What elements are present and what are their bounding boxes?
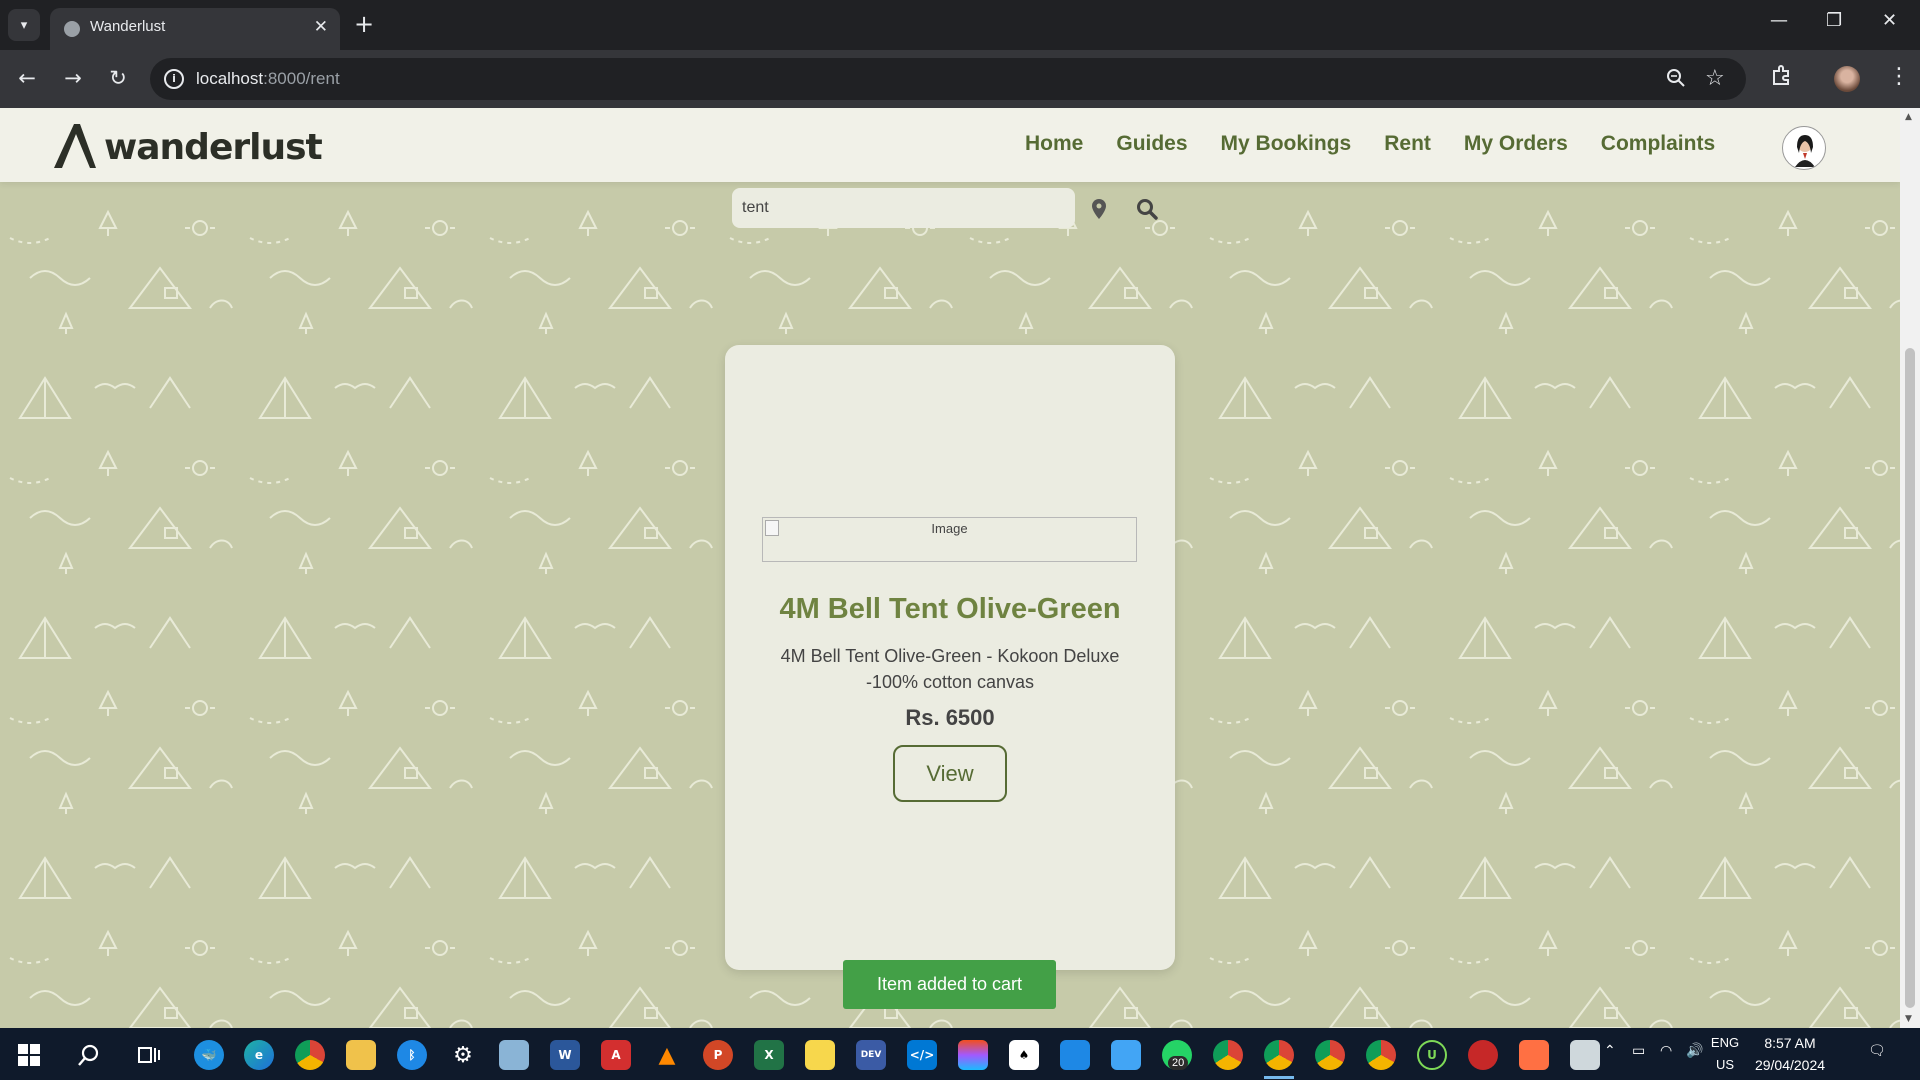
product-image: Image (762, 517, 1137, 562)
search-input[interactable] (732, 188, 1075, 228)
view-button[interactable]: View (893, 745, 1007, 802)
close-window-icon[interactable]: ✕ (1882, 10, 1897, 31)
url-path: :8000/rent (263, 69, 340, 88)
vscode-icon[interactable]: </> (907, 1040, 937, 1070)
chrome-icon[interactable] (295, 1040, 325, 1070)
nav-home[interactable]: Home (1025, 132, 1083, 156)
logo-mark-icon (54, 124, 96, 168)
scroll-up-arrow-icon[interactable]: ▲ (1905, 112, 1912, 122)
wifi-icon[interactable]: ◠ (1660, 1042, 1672, 1059)
clock-date: 29/04/2024 (1754, 1057, 1826, 1073)
sticky-notes-icon[interactable] (805, 1040, 835, 1070)
clock[interactable]: 8:57 AM 29/04/2024 (1745, 1032, 1835, 1076)
forward-arrow-icon[interactable]: → (58, 64, 88, 92)
location-pin-icon[interactable] (1090, 198, 1108, 220)
avatar-figure-icon (1795, 135, 1815, 167)
url-host: localhost (196, 69, 264, 88)
figma-icon[interactable] (958, 1040, 988, 1070)
chrome-window-icon[interactable] (1315, 1040, 1345, 1070)
file-explorer-icon[interactable] (346, 1040, 376, 1070)
chrome-profile-icon[interactable] (1213, 1040, 1243, 1070)
upwork-icon[interactable]: U (1417, 1040, 1447, 1070)
solitaire-icon[interactable]: ♠ (1009, 1040, 1039, 1070)
page-scrollbar[interactable]: ▲ ▼ (1900, 108, 1920, 1028)
notifications-icon[interactable]: 🗨 (1868, 1042, 1886, 1059)
language-indicator[interactable]: ENG US (1710, 1032, 1740, 1076)
task-view-icon[interactable] (134, 1040, 164, 1070)
brave-icon[interactable] (1519, 1040, 1549, 1070)
nav-my-orders[interactable]: My Orders (1464, 132, 1568, 156)
battery-icon[interactable]: ▭ (1632, 1042, 1645, 1059)
back-arrow-icon[interactable]: ← (12, 64, 42, 92)
show-hidden-icons[interactable]: ⌃ (1604, 1042, 1616, 1059)
region-code: US (1715, 1057, 1735, 1072)
browser-tab-bar: ▾ Wanderlust ✕ + — ❐ ✕ (0, 0, 1920, 50)
calendar-icon[interactable] (1060, 1040, 1090, 1070)
product-price: Rs. 6500 (905, 705, 995, 730)
nav-my-bookings[interactable]: My Bookings (1221, 132, 1352, 156)
bluetooth-icon[interactable]: ᛒ (397, 1040, 427, 1070)
product-image-alt: Image (931, 521, 968, 536)
minimize-icon[interactable]: — (1770, 10, 1788, 31)
windows-taskbar: 🐳 e ᛒ ⚙ W A ▲ P X DEV </> ♠ U ⌃ ▭ ◠ 🔊 EN… (0, 1028, 1920, 1080)
scroll-down-arrow-icon[interactable]: ▼ (1905, 1014, 1912, 1024)
product-description: 4M Bell Tent Olive-Green - Kokoon Deluxe… (780, 646, 1120, 692)
vlc-icon[interactable]: ▲ (652, 1040, 682, 1070)
chrome-active-icon[interactable] (1264, 1040, 1294, 1070)
utility-app-icon[interactable] (1570, 1040, 1600, 1070)
docker-icon[interactable]: 🐳 (194, 1040, 224, 1070)
extensions-icon[interactable] (1770, 64, 1792, 92)
active-app-indicator (1264, 1076, 1294, 1079)
browser-tab[interactable]: Wanderlust ✕ (50, 8, 340, 50)
clock-time: 8:57 AM (1764, 1035, 1816, 1051)
nav-rent[interactable]: Rent (1384, 132, 1431, 156)
search-taskbar-icon[interactable] (74, 1040, 104, 1070)
bookmark-star-icon[interactable]: ☆ (1705, 66, 1725, 91)
windows-start-icon[interactable] (14, 1040, 44, 1070)
settings-gear-icon[interactable]: ⚙ (448, 1040, 478, 1070)
site-info-icon[interactable]: i (164, 69, 184, 89)
search-icon[interactable] (1136, 198, 1158, 220)
word-icon[interactable]: W (550, 1040, 580, 1070)
acrobat-icon[interactable]: A (601, 1040, 631, 1070)
notepad-icon[interactable] (499, 1040, 529, 1070)
site-navbar: wanderlust Home Guides My Bookings Rent … (0, 108, 1900, 182)
reload-icon[interactable]: ↻ (103, 64, 133, 92)
nav-complaints[interactable]: Complaints (1601, 132, 1715, 156)
tab-search-button[interactable]: ▾ (8, 9, 40, 41)
new-tab-button[interactable]: + (354, 10, 374, 38)
language-code: ENG (1710, 1035, 1740, 1050)
nav-guides[interactable]: Guides (1116, 132, 1187, 156)
edge-icon[interactable]: e (244, 1040, 274, 1070)
close-tab-icon[interactable]: ✕ (314, 17, 328, 37)
page-viewport: wanderlust Home Guides My Bookings Rent … (0, 108, 1920, 1028)
scrollbar-thumb[interactable] (1905, 348, 1915, 1008)
browser-profile-avatar[interactable] (1834, 66, 1860, 92)
whatsapp-unread-badge: 20 (1168, 1056, 1189, 1070)
menu-kebab-icon[interactable]: ⋮ (1888, 64, 1910, 89)
product-card: Image 4M Bell Tent Olive-Green 4M Bell T… (725, 345, 1175, 970)
antivirus-icon[interactable] (1468, 1040, 1498, 1070)
volume-icon[interactable]: 🔊 (1686, 1042, 1703, 1059)
powerpoint-icon[interactable]: P (703, 1040, 733, 1070)
photos-icon[interactable] (1111, 1040, 1141, 1070)
globe-icon (64, 21, 80, 37)
browser-toolbar: ← → ↻ i localhost:8000/rent ☆ ⋮ (0, 50, 1920, 108)
devcpp-icon[interactable]: DEV (856, 1040, 886, 1070)
logo-text: wanderlust (104, 127, 323, 168)
address-bar[interactable]: i localhost:8000/rent ☆ (150, 58, 1746, 100)
url-text[interactable]: localhost:8000/rent (196, 69, 340, 89)
excel-icon[interactable]: X (754, 1040, 784, 1070)
chrome-app-icon[interactable] (1366, 1040, 1396, 1070)
zoom-icon[interactable] (1666, 68, 1686, 93)
wanderlust-logo[interactable]: wanderlust (50, 120, 323, 170)
toast-notification: Item added to cart (843, 960, 1056, 1009)
restore-icon[interactable]: ❐ (1826, 10, 1842, 31)
main-menu: Home Guides My Bookings Rent My Orders C… (1025, 132, 1748, 156)
tab-title: Wanderlust (90, 18, 166, 35)
user-avatar[interactable] (1782, 126, 1826, 170)
product-name: 4M Bell Tent Olive-Green (779, 593, 1121, 625)
